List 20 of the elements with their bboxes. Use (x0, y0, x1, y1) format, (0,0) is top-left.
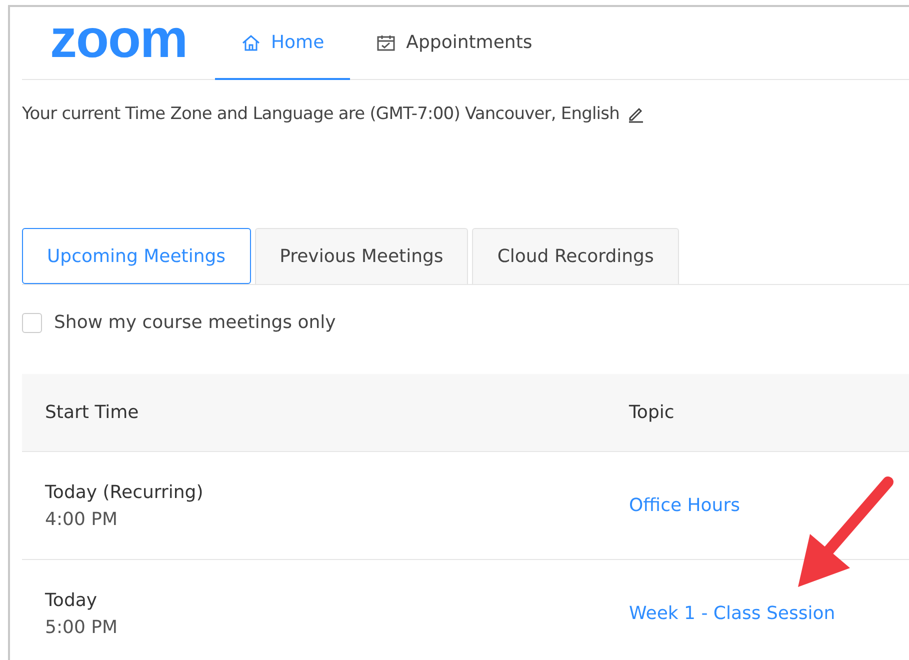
edit-icon[interactable] (627, 105, 646, 123)
meeting-topic-link[interactable]: Office Hours (629, 495, 740, 516)
meeting-time: 4:00 PM (45, 508, 119, 530)
calendar-icon (376, 32, 396, 52)
home-icon (241, 32, 261, 52)
checkbox-label: Show my course meetings only (54, 312, 336, 333)
meeting-time: 5:00 PM (45, 616, 119, 638)
meeting-day: Today (45, 590, 629, 610)
zoom-logo[interactable]: zoom (50, 7, 187, 79)
nav-tab[interactable]: Home (215, 7, 350, 80)
column-header: Topic (629, 402, 674, 423)
meetings-tab[interactable]: Upcoming Meetings (22, 228, 251, 284)
column-header: Start Time (44, 402, 140, 423)
meeting-topic-link[interactable]: Week 1 - Class Session (629, 603, 836, 624)
nav-tab[interactable]: Appointments (350, 7, 558, 80)
meetings-tab[interactable]: Previous Meetings (254, 228, 468, 284)
timezone-text: Your current Time Zone and Language are (GMT-7:00) Vancouver, English (22, 104, 620, 124)
meetings-tab[interactable]: Cloud Recordings (472, 228, 679, 284)
meeting-day: Today (Recurring) (45, 482, 629, 502)
checkbox[interactable] (22, 312, 42, 332)
